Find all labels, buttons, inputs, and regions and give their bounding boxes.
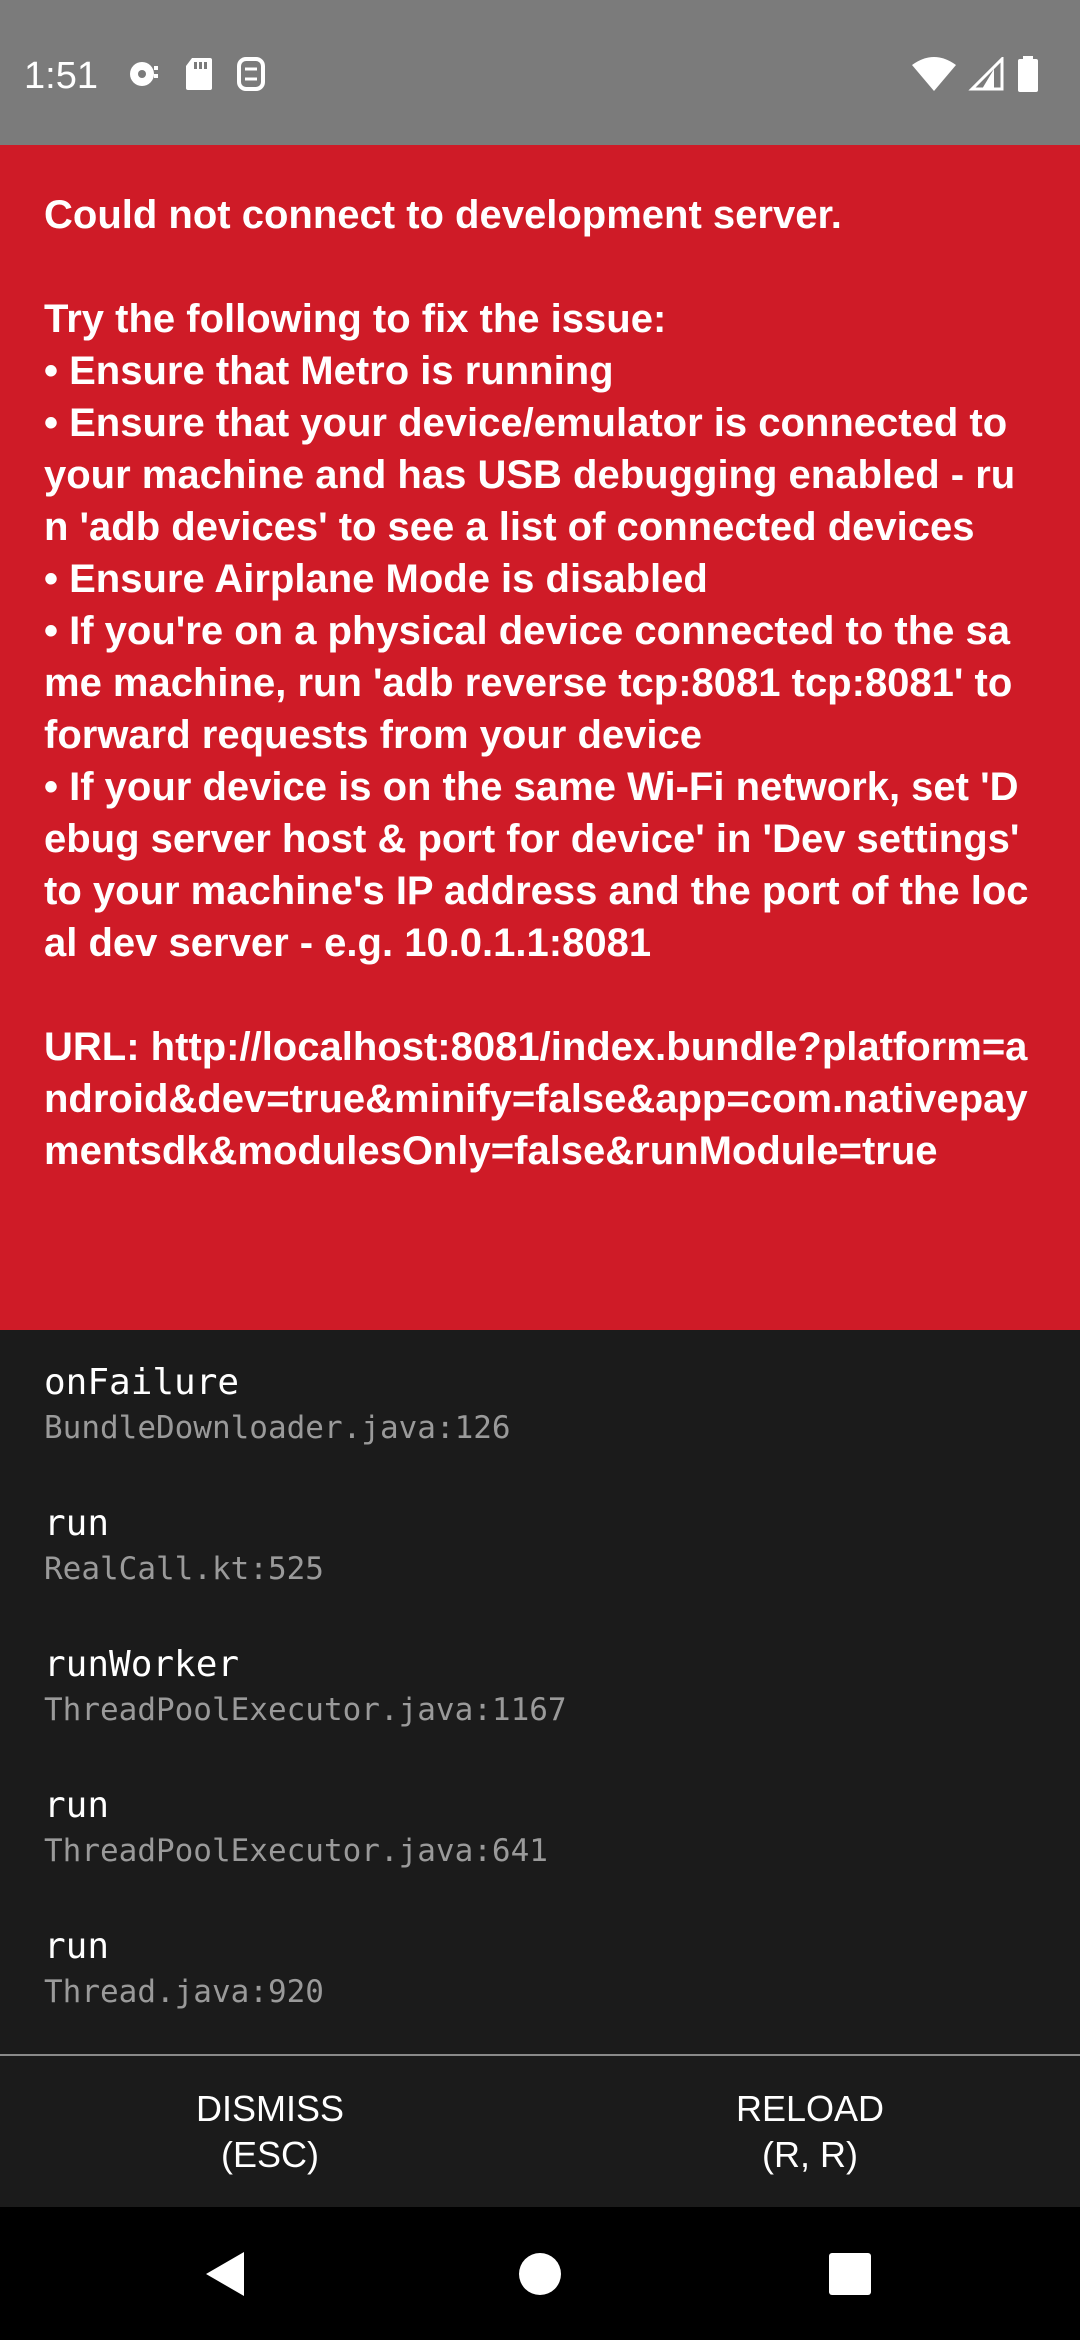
wifi-icon xyxy=(912,57,956,91)
status-time: 1:51 xyxy=(24,55,98,97)
frame-method: onFailure xyxy=(44,1362,240,1403)
dismiss-shortcut: (ESC) xyxy=(221,2133,319,2175)
navigation-bar xyxy=(0,2207,1080,2340)
back-icon xyxy=(206,2251,244,2296)
frame-file: ThreadPoolExecutor.java:1167 xyxy=(44,1692,567,1728)
stack-frame[interactable]: run RealCall.kt:525 xyxy=(44,1501,1036,1642)
signal-icon xyxy=(968,57,1004,91)
frame-file: BundleDownloader.java:126 xyxy=(44,1410,511,1446)
reload-label: RELOAD xyxy=(735,2087,885,2129)
screen: 1:51 Could not connect to development se… xyxy=(0,0,1080,2340)
frame-method: run xyxy=(44,1926,110,1967)
stack-frame[interactable]: run Thread.java:920 xyxy=(44,1924,1036,2065)
stack-frame[interactable]: run ThreadPoolExecutor.java:641 xyxy=(44,1783,1036,1924)
recents-button[interactable] xyxy=(770,2207,930,2340)
dismiss-label: DISMISS xyxy=(195,2087,345,2129)
battery-icon xyxy=(1016,56,1040,92)
back-button[interactable] xyxy=(146,2207,306,2340)
stack-frame[interactable]: runWorker ThreadPoolExecutor.java:1167 xyxy=(44,1642,1036,1783)
status-bar: 1:51 xyxy=(0,0,1080,145)
status-icons-right xyxy=(912,56,1040,92)
frame-method: runWorker xyxy=(44,1644,240,1685)
reload-shortcut: (R, R) xyxy=(762,2133,858,2175)
frame-file: RealCall.kt:525 xyxy=(44,1551,324,1587)
button-bar: DISMISS (ESC) RELOAD (R, R) xyxy=(0,2054,1080,2207)
sd-card-icon xyxy=(184,56,214,92)
status-icons-left xyxy=(126,56,266,92)
reload-button[interactable]: RELOAD (R, R) xyxy=(540,2056,1080,2207)
frame-method: run xyxy=(44,1503,110,1544)
recents-icon xyxy=(829,2252,871,2295)
frame-file: Thread.java:920 xyxy=(44,1974,324,2010)
stack-trace: onFailure BundleDownloader.java:126 run … xyxy=(0,1330,1080,2054)
debug-icon xyxy=(236,56,266,92)
error-message: Could not connect to development server.… xyxy=(44,193,1029,1173)
stack-frame[interactable]: onFailure BundleDownloader.java:126 xyxy=(44,1360,1036,1501)
dismiss-button[interactable]: DISMISS (ESC) xyxy=(0,2056,540,2207)
frame-method: run xyxy=(44,1785,110,1826)
error-panel: Could not connect to development server.… xyxy=(0,145,1080,1330)
location-sync-icon xyxy=(126,56,162,92)
home-button[interactable] xyxy=(460,2207,620,2340)
frame-file: ThreadPoolExecutor.java:641 xyxy=(44,1833,548,1869)
home-icon xyxy=(519,2252,561,2295)
